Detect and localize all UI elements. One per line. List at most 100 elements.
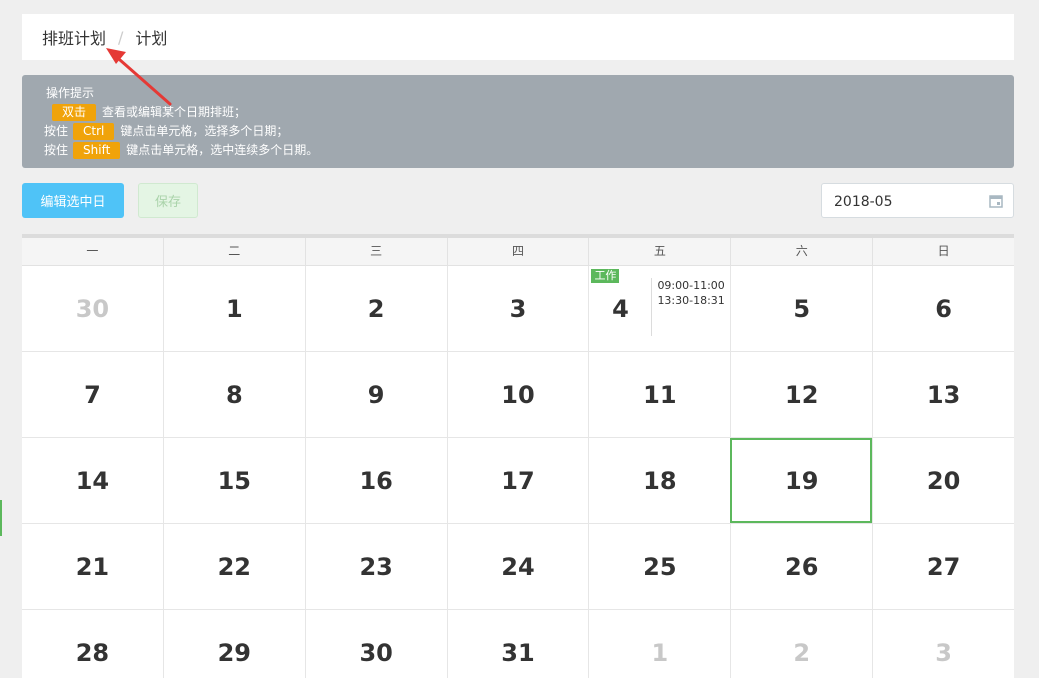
day-number: 8 — [225, 380, 243, 409]
calendar-day-cell[interactable]: 31 — [446, 610, 589, 678]
day-number: 19 — [785, 466, 819, 495]
calendar-day-cell[interactable]: 15 — [162, 438, 305, 523]
calendar-day-cell[interactable]: 2 — [730, 610, 872, 678]
day-number: 12 — [785, 380, 819, 409]
month-input[interactable] — [832, 184, 986, 219]
calendar-day-cell[interactable]: 11 — [588, 352, 730, 437]
calendar-week-row: 7 8 9 10 11 12 13 — [22, 352, 1014, 438]
key-badge: 双击 — [52, 104, 97, 121]
tip-text: 键点击单元格，选中连续多个日期。 — [126, 143, 319, 157]
calendar-day-cell[interactable]: 16 — [304, 438, 447, 523]
calendar-day-cell[interactable]: 29 — [162, 610, 305, 678]
calendar-day-cell[interactable]: 5 — [730, 266, 872, 351]
day-number: 3 — [935, 638, 952, 667]
tip-text: 键点击单元格，选择多个日期； — [120, 124, 289, 138]
operation-tips-panel: 操作提示 双击 查看或编辑某个日期排班； 按住 Ctrl 键点击单元格，选择多个… — [22, 75, 1014, 168]
shift-times: 09:00-11:00 13:30-18:31 — [651, 278, 725, 336]
day-number: 7 — [84, 380, 101, 409]
calendar-day-cell[interactable]: 24 — [446, 524, 589, 609]
calendar-day-cell[interactable]: 4 工作 09:00-11:00 13:30-18:31 — [588, 266, 730, 351]
day-number: 5 — [793, 294, 811, 323]
calendar-day-cell[interactable]: 25 — [588, 524, 730, 609]
calendar-day-cell[interactable]: 12 — [730, 352, 872, 437]
shift-type-badge: 工作 — [591, 269, 620, 283]
calendar-week-row: 21 22 23 24 25 26 27 — [22, 524, 1014, 610]
calendar-week-row: 30 1 2 3 4 工作 09:00-11:00 13:30-18:31 5 6 — [22, 266, 1014, 352]
day-number: 3 — [509, 294, 527, 323]
day-number: 24 — [501, 552, 535, 581]
day-number: 31 — [501, 638, 535, 667]
calendar-day-cell[interactable]: 30 — [22, 266, 163, 351]
day-number: 2 — [367, 294, 385, 323]
day-number: 29 — [217, 638, 251, 667]
calendar-day-cell[interactable]: 27 — [872, 524, 1014, 609]
day-number: 21 — [75, 552, 110, 581]
calendar-day-cell[interactable]: 1 — [162, 266, 305, 351]
weekday-header: 一 二三四五六日 — [22, 238, 1014, 266]
calendar-day-cell[interactable]: 9 — [304, 352, 447, 437]
day-number: 22 — [217, 552, 251, 581]
calendar-grid: 30 1 2 3 4 工作 09:00-11:00 13:30-18:31 5 6 7 8 9 10 11 1… — [22, 266, 1014, 678]
day-number: 26 — [785, 552, 819, 581]
calendar-day-cell[interactable]: 19 — [730, 438, 873, 523]
day-number: 14 — [75, 466, 110, 495]
calendar-day-cell[interactable]: 13 — [872, 352, 1014, 437]
calendar-day-cell[interactable]: 17 — [446, 438, 589, 523]
calendar-day-cell[interactable]: 7 — [22, 352, 163, 437]
breadcrumb-separator: / — [118, 27, 124, 47]
day-number: 6 — [935, 294, 952, 323]
tip-prefix: 按住 — [44, 143, 69, 157]
day-number: 28 — [75, 638, 110, 667]
calendar-day-cell[interactable]: 22 — [162, 524, 305, 609]
weekday-label: 二 — [162, 238, 305, 265]
key-badge: Ctrl — [73, 123, 115, 140]
tip-line: 按住 Shift 键点击单元格，选中连续多个日期。 — [44, 141, 1014, 160]
calendar-day-cell[interactable]: 30 — [304, 610, 447, 678]
edit-selected-day-button[interactable]: 编辑选中日 — [22, 183, 124, 218]
breadcrumb: 排班计划 / 计划 — [22, 14, 1014, 60]
weekday-label: 三 — [304, 238, 447, 265]
breadcrumb-current: 计划 — [135, 29, 168, 48]
day-number: 1 — [225, 294, 243, 323]
weekday-label: 日 — [872, 238, 1014, 265]
calendar-day-cell[interactable]: 1 — [588, 610, 730, 678]
day-number: 30 — [75, 294, 110, 323]
day-number: 16 — [359, 466, 393, 495]
calendar-day-cell[interactable]: 8 — [162, 352, 305, 437]
left-edge-indicator — [0, 500, 2, 536]
calendar-day-cell[interactable]: 28 — [22, 610, 163, 678]
calendar-day-cell[interactable]: 20 — [872, 438, 1014, 523]
breadcrumb-root[interactable]: 排班计划 — [42, 25, 106, 49]
shift-time-range: 09:00-11:00 — [657, 279, 725, 292]
day-number: 11 — [643, 380, 677, 409]
key-badge: Shift — [73, 142, 121, 159]
month-picker[interactable] — [821, 183, 1014, 219]
tip-prefix: 按住 — [44, 124, 69, 138]
calendar-day-cell[interactable]: 18 — [588, 438, 730, 523]
calendar-day-cell[interactable]: 6 — [872, 266, 1014, 351]
day-number: 17 — [501, 466, 535, 495]
save-button[interactable]: 保存 — [138, 183, 198, 218]
day-number: 15 — [217, 466, 251, 495]
calendar-day-cell[interactable]: 23 — [304, 524, 447, 609]
day-number: 4 — [612, 294, 629, 323]
calendar-day-cell[interactable]: 14 — [22, 438, 163, 523]
calendar-day-cell[interactable]: 10 — [446, 352, 589, 437]
day-number: 18 — [643, 466, 677, 495]
day-number: 9 — [367, 380, 385, 409]
calendar-day-cell[interactable]: 21 — [22, 524, 163, 609]
calendar-week-row: 28 29 30 31 1 2 3 — [22, 610, 1014, 678]
day-number: 25 — [643, 552, 677, 581]
weekday-label: 五 — [588, 238, 730, 265]
tip-line: 按住 Ctrl 键点击单元格，选择多个日期； — [44, 122, 1014, 141]
calendar-icon[interactable] — [989, 194, 1003, 208]
calendar-day-cell[interactable]: 3 — [872, 610, 1014, 678]
calendar-day-cell[interactable]: 3 — [446, 266, 589, 351]
weekday-label: 一 — [86, 244, 99, 258]
calendar-day-cell[interactable]: 26 — [730, 524, 872, 609]
tip-line: 双击 查看或编辑某个日期排班； — [46, 103, 1014, 122]
calendar-day-cell[interactable]: 2 — [304, 266, 447, 351]
day-number: 10 — [501, 380, 535, 409]
tips-title: 操作提示 — [46, 86, 95, 100]
weekday-label: 四 — [446, 238, 589, 265]
